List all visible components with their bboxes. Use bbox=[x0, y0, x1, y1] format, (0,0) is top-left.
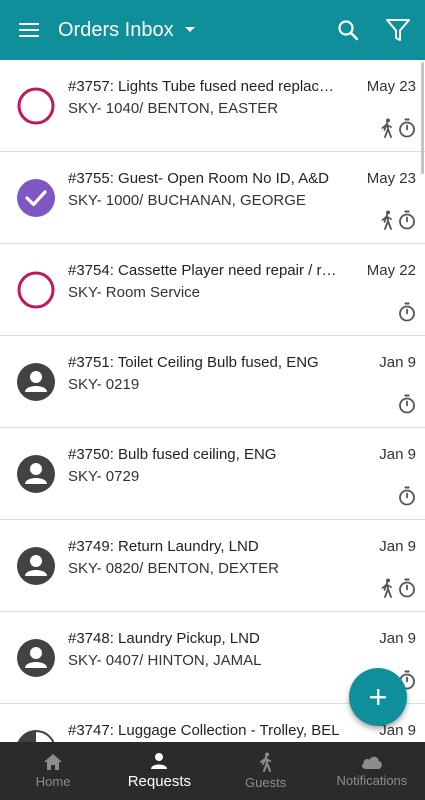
order-title: #3749: Return Laundry, LND bbox=[68, 538, 259, 555]
open-circle-icon[interactable] bbox=[16, 86, 56, 126]
nav-notifications-label: Notifications bbox=[336, 773, 408, 788]
order-date: Jan 9 bbox=[379, 538, 416, 555]
order-subtitle: SKY- 1040/ BENTON, EASTER bbox=[68, 100, 279, 117]
order-status-icons bbox=[398, 302, 416, 327]
plus-icon bbox=[370, 689, 386, 705]
order-date: Jan 9 bbox=[379, 630, 416, 647]
filter-button[interactable] bbox=[373, 0, 423, 60]
order-date: Jan 9 bbox=[379, 354, 416, 371]
order-subtitle: SKY- 0820/ BENTON, DEXTER bbox=[68, 560, 279, 577]
timer-icon bbox=[398, 302, 416, 327]
caret-down-icon bbox=[184, 26, 196, 34]
person-avatar-icon[interactable] bbox=[16, 362, 56, 402]
nav-requests[interactable]: Requests bbox=[106, 742, 212, 800]
walking-person-icon bbox=[380, 118, 394, 143]
order-subtitle: SKY- 1000/ BUCHANAN, GEORGE bbox=[68, 192, 306, 209]
order-title: #3751: Toilet Ceiling Bulb fused, ENG bbox=[68, 354, 319, 371]
person-avatar-icon[interactable] bbox=[16, 730, 56, 742]
order-status-icons bbox=[380, 118, 416, 143]
walking-person-icon bbox=[380, 578, 394, 603]
nav-requests-label: Requests bbox=[127, 773, 192, 790]
order-date: May 23 bbox=[366, 170, 416, 187]
person-avatar-icon[interactable] bbox=[16, 638, 56, 678]
order-subtitle: SKY- 0729 bbox=[68, 468, 140, 485]
person-icon bbox=[151, 753, 168, 769]
person-avatar-icon[interactable] bbox=[16, 546, 56, 586]
filter-icon bbox=[386, 19, 410, 41]
menu-icon bbox=[19, 23, 39, 37]
nav-guests-label: Guests bbox=[245, 775, 287, 790]
order-subtitle: SKY- Room Service bbox=[68, 284, 200, 301]
order-subtitle: SKY- 0407/ HINTON, JAMAL bbox=[68, 652, 262, 669]
walking-person-icon bbox=[380, 210, 394, 235]
order-title: #3757: Lights Tube fused need replacemen… bbox=[68, 78, 340, 95]
list-item[interactable]: #3754: Cassette Player need repair / rep… bbox=[0, 244, 425, 336]
nav-home-label: Home bbox=[35, 774, 71, 789]
timer-icon bbox=[398, 486, 416, 511]
scrollbar[interactable] bbox=[421, 62, 424, 174]
add-order-button[interactable] bbox=[349, 668, 407, 726]
order-date: May 22 bbox=[366, 262, 416, 279]
timer-icon bbox=[398, 394, 416, 419]
search-icon bbox=[338, 20, 359, 41]
search-button[interactable] bbox=[323, 0, 373, 60]
order-status-icons bbox=[398, 486, 416, 511]
order-title: #3755: Guest- Open Room No ID, A&D bbox=[68, 170, 329, 187]
home-icon bbox=[44, 754, 63, 770]
checked-icon[interactable] bbox=[16, 178, 56, 218]
list-item[interactable]: #3755: Guest- Open Room No ID, A&D SKY- 1… bbox=[0, 152, 425, 244]
order-subtitle: SKY- 0219 bbox=[68, 376, 140, 393]
order-title: #3748: Laundry Pickup, LND bbox=[68, 630, 260, 647]
nav-home[interactable]: Home bbox=[0, 742, 106, 800]
menu-button[interactable] bbox=[0, 0, 58, 60]
app-bar: Orders Inbox bbox=[0, 0, 425, 60]
list-item[interactable]: #3751: Toilet Ceiling Bulb fused, ENG SKY… bbox=[0, 336, 425, 428]
order-status-icons bbox=[380, 578, 416, 603]
orders-list: #3757: Lights Tube fused need replacemen… bbox=[0, 60, 425, 742]
nav-notifications[interactable]: Notifications bbox=[319, 742, 425, 800]
page-title: Orders Inbox bbox=[58, 18, 174, 41]
order-status-icons bbox=[398, 394, 416, 419]
open-circle-icon[interactable] bbox=[16, 270, 56, 310]
timer-icon bbox=[398, 578, 416, 603]
inbox-selector[interactable]: Orders Inbox bbox=[58, 19, 196, 42]
list-item[interactable]: #3757: Lights Tube fused need replacemen… bbox=[0, 60, 425, 152]
list-item[interactable]: #3749: Return Laundry, LND SKY- 0820/ BEN… bbox=[0, 520, 425, 612]
person-avatar-icon[interactable] bbox=[16, 454, 56, 494]
order-title: #3747: Luggage Collection - Trolley, BEL bbox=[68, 722, 340, 739]
order-title: #3754: Cassette Player need repair / rep… bbox=[68, 262, 340, 279]
order-status-icons bbox=[380, 210, 416, 235]
timer-icon bbox=[398, 118, 416, 143]
order-title: #3750: Bulb fused ceiling, ENG bbox=[68, 446, 277, 463]
list-item[interactable]: #3750: Bulb fused ceiling, ENG SKY- 0729 J… bbox=[0, 428, 425, 520]
order-date: Jan 9 bbox=[379, 446, 416, 463]
nav-guests[interactable]: Guests bbox=[213, 742, 319, 800]
order-date: May 23 bbox=[366, 78, 416, 95]
bottom-navigation: Home Requests Guests Notifications bbox=[0, 742, 425, 800]
timer-icon bbox=[398, 210, 416, 235]
cloud-icon bbox=[362, 756, 382, 769]
walking-person-icon bbox=[259, 752, 271, 772]
